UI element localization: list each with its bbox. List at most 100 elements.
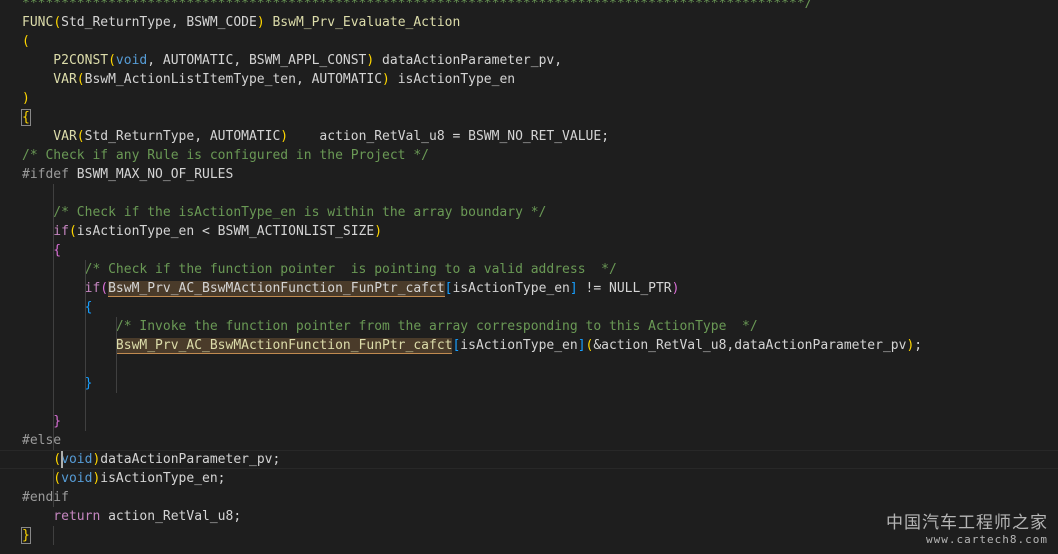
code-line-text: { — [22, 241, 61, 260]
indent-guide — [116, 317, 117, 393]
code-token: #endif — [22, 490, 69, 505]
code-line[interactable]: /* Check if the isActionType_en is withi… — [0, 203, 1058, 222]
code-token: if — [22, 281, 101, 296]
code-token: ( — [100, 281, 109, 296]
watermark-title: 中国汽车工程师之家 — [886, 513, 1048, 533]
code-line[interactable]: } — [0, 374, 1058, 393]
code-line[interactable]: } — [0, 412, 1058, 431]
code-token: void — [115, 53, 148, 68]
code-token: ; — [914, 338, 923, 353]
code-line[interactable]: ****************************************… — [0, 0, 1058, 13]
code-token: void — [61, 471, 93, 486]
code-line[interactable]: { — [0, 298, 1058, 317]
code-token: { — [22, 243, 62, 258]
code-token: Std_ReturnType, BSWM_CODE — [61, 15, 257, 30]
code-token: } — [22, 376, 93, 391]
code-token: ) — [671, 281, 680, 296]
code-token: VAR — [22, 129, 77, 144]
code-line[interactable] — [0, 184, 1058, 203]
code-line-text: /* Check if the function pointer is poin… — [22, 260, 617, 279]
code-line-text: /* Check if the isActionType_en is withi… — [22, 203, 546, 222]
code-token: BswM_Prv_Evaluate_Action — [264, 15, 461, 30]
code-line[interactable]: #ifdef BSWM_MAX_NO_OF_RULES — [0, 165, 1058, 184]
code-token: isActionType_en — [460, 338, 578, 353]
text-cursor — [61, 451, 63, 468]
code-token: /* Check if any Rule is configured in th… — [22, 148, 429, 163]
code-line-text: { — [22, 298, 93, 317]
code-token: ) — [382, 72, 390, 87]
code-line-text: if(BswM_Prv_AC_BswMActionFunction_FunPtr… — [22, 279, 679, 298]
code-token: ( — [22, 34, 30, 49]
code-token: FUNC — [22, 15, 54, 30]
code-line[interactable] — [0, 355, 1058, 374]
code-line-text: } — [22, 412, 61, 431]
code-line-text: P2CONST(void, AUTOMATIC, BSWM_APPL_CONST… — [22, 51, 562, 70]
indent-guide — [53, 469, 54, 507]
code-token: ) — [22, 91, 30, 106]
code-line-text: VAR(BswM_ActionListItemType_ten, AUTOMAT… — [22, 70, 515, 89]
code-line-text: /* Invoke the function pointer from the … — [22, 317, 758, 336]
code-line-text: BswM_Prv_AC_BswMActionFunction_FunPtr_ca… — [22, 336, 922, 355]
code-token: VAR — [22, 72, 77, 87]
code-line[interactable]: #endif — [0, 488, 1058, 507]
code-token: ****************************************… — [22, 0, 813, 11]
watermark: 中国汽车工程师之家 www.cartech8.com — [886, 508, 1048, 546]
code-token: ] — [569, 281, 578, 296]
code-token: ) — [280, 129, 289, 144]
code-line[interactable]: ( — [0, 32, 1058, 51]
code-line[interactable]: if(BswM_Prv_AC_BswMActionFunction_FunPtr… — [0, 279, 1058, 298]
code-token: } — [21, 527, 31, 544]
code-token: action_RetVal_u8; — [100, 509, 242, 524]
code-line-text: return action_RetVal_u8; — [22, 507, 241, 526]
code-line-text: } — [21, 526, 31, 545]
code-token: ( — [76, 129, 85, 144]
code-token: isActionType_en; — [100, 471, 226, 486]
code-line[interactable]: ) — [0, 89, 1058, 108]
code-token: != NULL_PTR — [577, 281, 672, 296]
code-token: P2CONST — [22, 53, 109, 68]
code-line-text: #endif — [22, 488, 69, 507]
code-token: ( — [108, 53, 116, 68]
code-line[interactable]: { — [0, 241, 1058, 260]
code-editor[interactable]: ****************************************… — [0, 0, 1058, 554]
code-line-text: { — [21, 108, 31, 127]
code-line[interactable]: if(isActionType_en < BSWM_ACTIONLIST_SIZ… — [0, 222, 1058, 241]
code-line[interactable]: (void)isActionType_en; — [0, 469, 1058, 488]
code-line[interactable]: /* Check if any Rule is configured in th… — [0, 146, 1058, 165]
code-line[interactable]: P2CONST(void, AUTOMATIC, BSWM_APPL_CONST… — [0, 51, 1058, 70]
code-token: isActionType_en < BSWM_ACTIONLIST_SIZE — [76, 224, 375, 239]
code-line[interactable]: BswM_Prv_AC_BswMActionFunction_FunPtr_ca… — [0, 336, 1058, 355]
code-line-text: #ifdef BSWM_MAX_NO_OF_RULES — [22, 165, 233, 184]
code-token: /* Check if the function pointer is poin… — [22, 262, 617, 277]
indent-guide — [53, 184, 54, 450]
watermark-url: www.cartech8.com — [926, 533, 1048, 546]
code-line[interactable]: /* Invoke the function pointer from the … — [0, 317, 1058, 336]
code-line[interactable]: VAR(Std_ReturnType, AUTOMATIC) action_Re… — [0, 127, 1058, 146]
code-token: ( — [68, 224, 77, 239]
code-token: ( — [76, 72, 85, 87]
code-token: #ifdef — [22, 167, 69, 182]
code-token: isActionType_en — [452, 281, 570, 296]
code-token: dataActionParameter_pv, — [374, 53, 563, 68]
code-token: { — [22, 300, 93, 315]
code-token: action_RetVal_u8 = BSWM_NO_RET_VALUE; — [288, 129, 610, 144]
code-line[interactable]: FUNC(Std_ReturnType, BSWM_CODE) BswM_Prv… — [0, 13, 1058, 32]
code-line[interactable]: VAR(BswM_ActionListItemType_ten, AUTOMAT… — [0, 70, 1058, 89]
code-line[interactable]: #else — [0, 431, 1058, 450]
code-token: ] — [577, 338, 586, 353]
code-line-text: #else — [22, 431, 61, 450]
code-token: BswM_Prv_AC_BswMActionFunction_FunPtr_ca… — [108, 281, 445, 297]
code-line-text: ( — [22, 32, 30, 51]
indent-guide — [53, 526, 54, 545]
code-token: ) — [374, 224, 383, 239]
code-line-text: FUNC(Std_ReturnType, BSWM_CODE) BswM_Prv… — [22, 13, 460, 32]
code-token: &action_RetVal_u8,dataActionParameter_pv — [593, 338, 907, 353]
code-line[interactable]: { — [0, 108, 1058, 127]
code-token: BswM_ActionListItemType_ten, AUTOMATIC — [84, 72, 383, 87]
code-line-text: } — [22, 374, 93, 393]
code-line[interactable] — [0, 393, 1058, 412]
code-token: isActionType_en — [389, 72, 516, 87]
code-line[interactable]: /* Check if the function pointer is poin… — [0, 260, 1058, 279]
code-line-text: ) — [22, 89, 30, 108]
